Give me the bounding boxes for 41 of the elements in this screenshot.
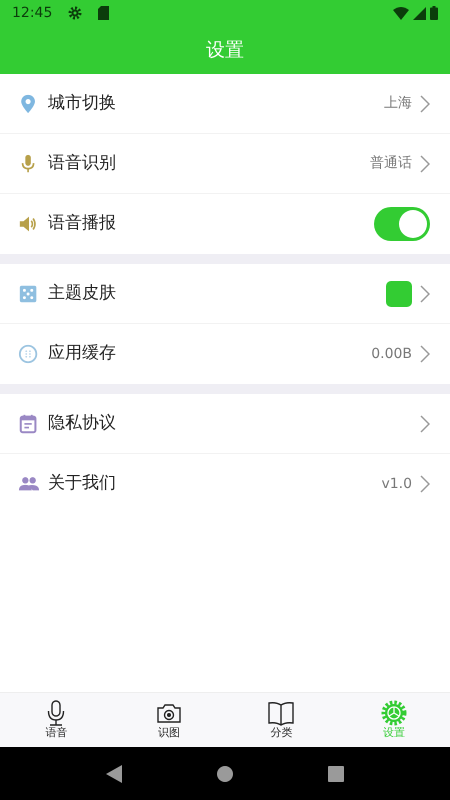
row-label: 语音识别 <box>48 152 116 175</box>
settings-row[interactable]: 语音播报 <box>0 194 450 254</box>
row-label: 语音播报 <box>48 212 116 236</box>
settings-row[interactable]: 语音识别 普通话 <box>0 134 450 194</box>
sd-card-icon <box>98 6 110 20</box>
clock: 12:45 <box>12 4 52 22</box>
chevron-icon <box>420 414 430 432</box>
row-value: 0.00B <box>371 344 412 364</box>
tab[interactable]: 识图 <box>156 700 182 740</box>
signal-icon <box>413 6 426 20</box>
settings-row[interactable]: 主题皮肤 <box>0 264 450 324</box>
settings-row[interactable]: 关于我们 v1.0 <box>0 454 450 514</box>
tab[interactable]: 语音 <box>43 700 70 740</box>
chevron-icon <box>420 475 430 493</box>
home-icon[interactable] <box>217 766 233 782</box>
gear-icon <box>68 6 82 20</box>
row-label: 主题皮肤 <box>48 282 116 305</box>
settings-row[interactable]: 应用缓存 0.00B <box>0 324 450 384</box>
row-label: 城市切换 <box>48 92 116 115</box>
page-title: 设置 <box>206 38 244 63</box>
dotted-circle-icon <box>18 343 40 365</box>
settings-row[interactable]: 隐私协议 <box>0 394 450 454</box>
row-label: 隐私协议 <box>48 412 116 435</box>
battery-icon <box>430 6 438 20</box>
settings-row[interactable]: 城市切换 上海 <box>0 74 450 134</box>
wifi-icon <box>393 6 409 20</box>
toggle-switch[interactable] <box>374 207 430 241</box>
row-value: v1.0 <box>381 474 412 494</box>
back-icon[interactable] <box>106 764 122 782</box>
book-icon <box>268 700 294 726</box>
chevron-icon <box>420 345 430 363</box>
gear-icon <box>380 700 407 726</box>
tab[interactable]: 分类 <box>268 700 294 740</box>
row-label: 应用缓存 <box>48 342 116 366</box>
row-value: 上海 <box>384 94 412 113</box>
chevron-icon <box>420 94 430 112</box>
chevron-icon <box>420 154 430 172</box>
row-label: 关于我们 <box>48 472 116 496</box>
recents-icon[interactable] <box>328 766 344 782</box>
row-value: 普通话 <box>370 154 412 173</box>
chevron-icon <box>420 284 430 302</box>
